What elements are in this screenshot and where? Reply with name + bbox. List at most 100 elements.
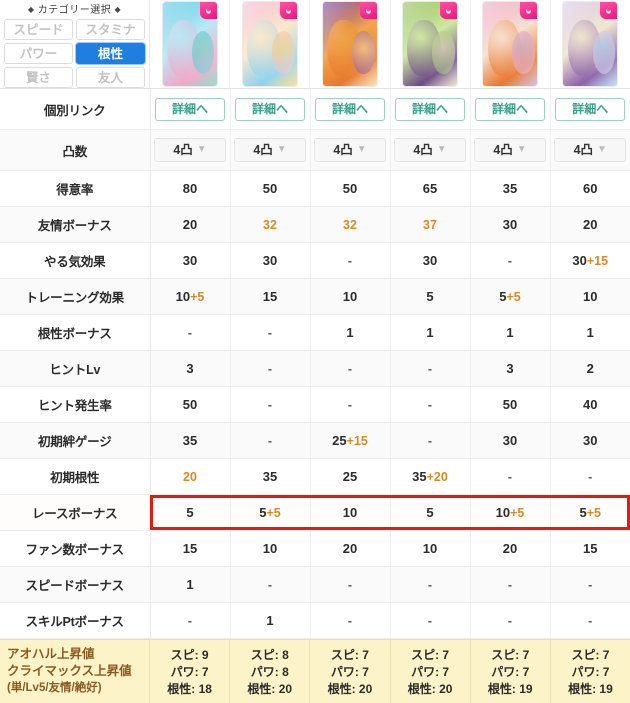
footer-power-value: パワ: 7 — [330, 664, 369, 679]
limit-break-select-2[interactable]: 4凸 ▼ — [314, 138, 386, 162]
limit-break-select-0[interactable]: 4凸 ▼ — [154, 138, 226, 162]
footer-guts-value: 根性: 19 — [568, 681, 613, 696]
cell-r9-c2: 10 — [309, 494, 390, 531]
support-card-comparison-table: ◆ カテゴリー選択 ◆ スピード スタミナ パワー 根性 賢さ 友人 個別リンク 詳細へ 詳細… — [0, 0, 630, 703]
cell-r5-c3: - — [389, 350, 470, 387]
cell-value: 32 — [263, 217, 277, 232]
category-button-5[interactable]: 友人 — [76, 67, 145, 88]
cell-r3-c1: 15 — [229, 278, 310, 315]
detail-link-button-2[interactable]: 詳細へ — [315, 97, 385, 121]
cell-r2-c0: 30 — [149, 242, 230, 279]
bullet-icon: ◆ — [114, 5, 122, 14]
footer-cell-2: スピ: 7 パワ: 7 根性: 20 — [309, 640, 389, 703]
detail-link-button-0[interactable]: 詳細へ — [155, 97, 225, 121]
footer-power-value: パワ: 7 — [411, 664, 450, 679]
cell-r10-c5: 15 — [549, 530, 630, 567]
card-cell-0[interactable] — [150, 0, 230, 88]
card-cell-2[interactable] — [309, 0, 390, 88]
cell-value: 50 — [262, 181, 278, 196]
cell-r12-c4: - — [469, 602, 550, 639]
cell-r4-c1: - — [229, 314, 310, 351]
cell-value: 30 — [502, 217, 518, 232]
cell-value: 80 — [182, 181, 198, 196]
category-button-3[interactable]: 根性 — [76, 43, 145, 64]
category-selector-title: ◆ カテゴリー選択 ◆ — [4, 3, 145, 17]
detail-link-button-1[interactable]: 詳細へ — [235, 97, 305, 121]
cell-r11-c3: - — [389, 566, 470, 603]
cell-r7-c5: 30 — [549, 422, 630, 459]
cell-r12-c0: - — [149, 602, 230, 639]
limit-break-value: 4凸 — [493, 143, 513, 157]
footer-cell-4: スピ: 7 パワ: 7 根性: 19 — [469, 640, 550, 703]
footer-cell-1: スピ: 8 パワ: 8 根性: 20 — [229, 640, 309, 703]
card-cell-1[interactable] — [229, 0, 310, 88]
cell-base-value: 10 — [175, 289, 191, 304]
category-button-1[interactable]: スタミナ — [76, 19, 145, 40]
limit-break-value: 4凸 — [573, 143, 594, 157]
cell-value: 37 — [423, 217, 437, 232]
cell-value: 50 — [342, 181, 358, 196]
cell-value: 15 — [182, 541, 198, 556]
cell-base-value: 30 — [572, 253, 587, 268]
cell-bonus-value: +5 — [506, 290, 521, 304]
cell-empty-value: - — [427, 433, 433, 448]
cell-r3-c4: 5+5 — [469, 278, 550, 315]
category-button-0[interactable]: スピード — [4, 19, 73, 40]
card-6-thumbnail[interactable] — [562, 1, 619, 87]
table-row: 得意率 80 50 50 65 35 60 — [0, 170, 630, 207]
detail-link-button-3[interactable]: 詳細へ — [395, 97, 465, 121]
guts-flame-icon — [440, 2, 458, 19]
cell-r11-c0: 1 — [149, 566, 230, 603]
cell-empty-value: - — [267, 577, 273, 592]
cell-value: 40 — [583, 397, 598, 412]
cell-r4-c4: 1 — [469, 314, 550, 351]
limit-break-select-3[interactable]: 4凸 ▼ — [394, 138, 466, 162]
guts-flame-icon — [359, 2, 377, 19]
limit-break-select-1[interactable]: 4凸 ▼ — [234, 138, 306, 162]
cell-value: 1 — [426, 325, 434, 340]
row-label-limit-break: 凸数 — [0, 129, 151, 171]
limit-break-value: 4凸 — [333, 143, 353, 157]
limit-break-select-5[interactable]: 4凸 ▼ — [554, 138, 627, 162]
cell-value: 30 — [422, 253, 438, 268]
row-label-10: ファン数ボーナス — [0, 530, 151, 567]
chevron-down-icon: ▼ — [356, 144, 367, 155]
cell-r2-c2: - — [309, 242, 390, 279]
card-2-thumbnail[interactable] — [241, 1, 298, 87]
cell-r5-c5: 2 — [549, 350, 630, 387]
category-button-2[interactable]: パワー — [4, 43, 73, 64]
cell-bonus-value: +15 — [346, 434, 368, 448]
category-button-label: パワー — [19, 47, 58, 61]
category-button-4[interactable]: 賢さ — [4, 67, 73, 88]
footer-power-value: パワ: 7 — [170, 664, 209, 679]
cell-empty-value: - — [267, 397, 273, 412]
card-cell-4[interactable] — [469, 0, 550, 88]
detail-link-button-4[interactable]: 詳細へ — [475, 97, 545, 121]
card-cell-5[interactable] — [549, 0, 630, 88]
detail-link-button-5[interactable]: 詳細へ — [555, 97, 626, 121]
card-4-thumbnail[interactable] — [402, 1, 459, 87]
category-selector: ◆ カテゴリー選択 ◆ スピード スタミナパワー 根性 賢さ 友人 — [0, 0, 150, 88]
cell-value: 15 — [583, 541, 598, 556]
cell-r7-c3: - — [389, 422, 470, 459]
card-cell-3[interactable] — [389, 0, 470, 88]
cell-bonus-value: +5 — [190, 290, 205, 304]
cell-r3-c0: 10+5 — [149, 278, 230, 315]
cell-r3-c5: 10 — [549, 278, 630, 315]
cell-value: 35 — [182, 433, 198, 448]
table-row: ヒント発生率 50 - - - 50 40 — [0, 386, 630, 423]
cell-value: 20 — [342, 541, 358, 556]
card-5-thumbnail[interactable] — [482, 1, 539, 87]
card-1-thumbnail[interactable] — [161, 1, 218, 87]
cell-value: 1 — [586, 325, 594, 340]
cell-value: 1 — [186, 577, 194, 592]
cell-r0-c0: 80 — [149, 170, 230, 207]
cell-r6-c1: - — [229, 386, 310, 423]
cell-empty-value: - — [267, 433, 273, 448]
footer-label: アオハル上昇値 クライマックス上昇値 (単/Lv5/友情/絶好) — [0, 640, 150, 703]
cell-r11-c1: - — [229, 566, 310, 603]
cell-empty-value: - — [347, 253, 353, 268]
cell-r10-c1: 10 — [229, 530, 310, 567]
limit-break-select-4[interactable]: 4凸 ▼ — [474, 138, 546, 162]
card-3-thumbnail[interactable] — [321, 1, 378, 87]
